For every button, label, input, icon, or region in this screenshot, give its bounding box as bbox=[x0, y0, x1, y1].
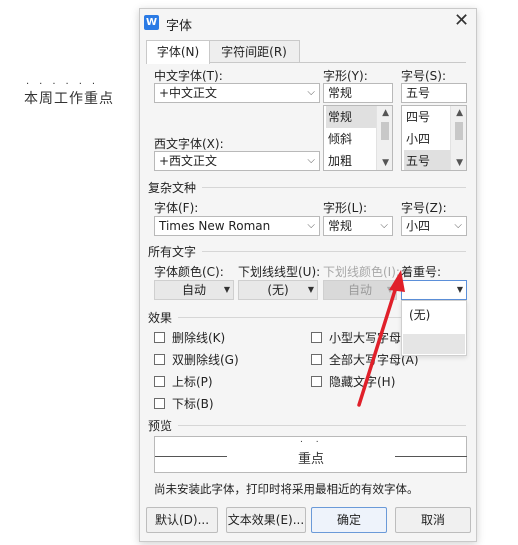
chevron-down-icon[interactable]: ▼ bbox=[382, 158, 389, 168]
superscript-label: 上标(P) bbox=[172, 375, 213, 389]
complex-style-select[interactable]: 常规 ⌵ bbox=[323, 216, 393, 236]
underline-color-dropdown: 自动 ▼ bbox=[323, 280, 397, 300]
tab-font[interactable]: 字体(N) bbox=[146, 40, 210, 64]
complex-style-value: 常规 bbox=[328, 219, 353, 233]
scrollbar[interactable]: ▲ ▼ bbox=[376, 106, 392, 170]
font-dialog: W 字体 ✕ 字体(N) 字符间距(R) 中文字体(T): +中文正文 ⌵ 字形… bbox=[139, 8, 477, 542]
complex-size-value: 小四 bbox=[406, 219, 431, 233]
list-item[interactable]: 常规 bbox=[326, 106, 376, 128]
style-input[interactable]: 常规 bbox=[323, 83, 393, 103]
chevron-down-icon: ⌵ bbox=[307, 87, 315, 98]
strikethrough-checkbox[interactable] bbox=[154, 332, 165, 343]
scrollbar[interactable]: ▲ ▼ bbox=[450, 106, 466, 170]
underline-style-label: 下划线线型(U): bbox=[238, 265, 321, 279]
scroll-thumb[interactable] bbox=[455, 122, 463, 140]
subscript-label: 下标(B) bbox=[172, 397, 214, 411]
chevron-up-icon[interactable]: ▲ bbox=[456, 108, 463, 118]
small-caps-checkbox[interactable] bbox=[311, 332, 322, 343]
chinese-font-label: 中文字体(T): bbox=[154, 69, 223, 83]
effects-section-title: 效果 bbox=[148, 311, 173, 325]
underline-color-label: 下划线颜色(I): bbox=[323, 265, 400, 279]
size-label: 字号(S): bbox=[401, 69, 447, 83]
dialog-title: 字体 bbox=[166, 19, 193, 34]
emphasis-option-none[interactable]: (无) bbox=[403, 305, 465, 325]
style-list[interactable]: 常规 倾斜 加粗 ▲ ▼ bbox=[323, 105, 393, 171]
font-color-dropdown[interactable]: 自动 ▼ bbox=[154, 280, 234, 300]
complex-font-select[interactable]: Times New Roman ⌵ bbox=[154, 216, 320, 236]
complex-font-label: 字体(F): bbox=[154, 201, 199, 215]
list-item[interactable]: 四号 bbox=[404, 106, 452, 128]
chevron-down-icon: ⌵ bbox=[307, 220, 315, 231]
preview-box: . . 重点 bbox=[154, 435, 467, 473]
double-strikethrough-checkbox[interactable] bbox=[154, 354, 165, 365]
strikethrough-label: 删除线(K) bbox=[172, 331, 226, 345]
complex-font-value: Times New Roman bbox=[159, 219, 271, 233]
chevron-down-icon: ⌵ bbox=[454, 220, 462, 231]
caret-down-icon: ▼ bbox=[386, 285, 393, 294]
underline-style-value: (无) bbox=[267, 283, 289, 297]
emphasis-mark-label: 着重号: bbox=[401, 265, 442, 279]
complex-size-label: 字号(Z): bbox=[401, 201, 447, 215]
chevron-down-icon: ⌵ bbox=[307, 155, 315, 166]
western-font-select[interactable]: +西文正文 ⌵ bbox=[154, 151, 320, 171]
preview-baseline bbox=[395, 456, 467, 457]
preview-baseline bbox=[155, 456, 227, 457]
caret-down-icon: ▼ bbox=[223, 285, 230, 294]
default-button[interactable]: 默认(D)... bbox=[146, 507, 218, 533]
complex-style-label: 字形(L): bbox=[323, 201, 368, 215]
font-color-value: 自动 bbox=[181, 283, 206, 297]
hidden-text-label: 隐藏文字(H) bbox=[329, 375, 396, 389]
caret-down-icon: ▼ bbox=[307, 285, 314, 294]
size-list[interactable]: 四号 小四 五号 ▲ ▼ bbox=[401, 105, 467, 171]
chinese-font-value: +中文正文 bbox=[159, 86, 218, 100]
preview-sample-text: 重点 bbox=[298, 452, 325, 467]
title-bar: W 字体 ✕ bbox=[140, 9, 476, 37]
chevron-up-icon[interactable]: ▲ bbox=[382, 108, 389, 118]
double-strikethrough-label: 双删除线(G) bbox=[172, 353, 239, 367]
preview-emphasis-dots: . . bbox=[300, 435, 324, 445]
ok-button[interactable]: 确定 bbox=[311, 507, 387, 533]
list-item[interactable]: 倾斜 bbox=[326, 128, 376, 150]
list-item[interactable]: 加粗 bbox=[326, 150, 376, 170]
superscript-checkbox[interactable] bbox=[154, 376, 165, 387]
western-font-label: 西文字体(X): bbox=[154, 137, 224, 151]
close-icon[interactable]: ✕ bbox=[454, 12, 469, 30]
chevron-down-icon: ⌵ bbox=[380, 220, 388, 231]
size-input[interactable]: 五号 bbox=[401, 83, 467, 103]
style-label: 字形(Y): bbox=[323, 69, 368, 83]
section-divider bbox=[202, 251, 466, 252]
chinese-font-select[interactable]: +中文正文 ⌵ bbox=[154, 83, 320, 103]
all-caps-checkbox[interactable] bbox=[311, 354, 322, 365]
font-color-label: 字体颜色(C): bbox=[154, 265, 224, 279]
cancel-button[interactable]: 取消 bbox=[395, 507, 471, 533]
section-divider bbox=[178, 425, 466, 426]
complex-section-title: 复杂文种 bbox=[148, 181, 197, 195]
emphasis-option-dot[interactable] bbox=[403, 334, 465, 354]
scroll-thumb[interactable] bbox=[381, 122, 389, 140]
complex-size-select[interactable]: 小四 ⌵ bbox=[401, 216, 467, 236]
font-not-installed-note: 尚未安装此字体，打印时将采用最相近的有效字体。 bbox=[154, 482, 419, 496]
section-divider bbox=[202, 187, 466, 188]
list-item[interactable]: 小四 bbox=[404, 128, 452, 150]
western-font-value: +西文正文 bbox=[159, 154, 218, 168]
underline-style-dropdown[interactable]: (无) ▼ bbox=[238, 280, 318, 300]
underline-color-value: 自动 bbox=[347, 283, 372, 297]
caret-down-icon: ▼ bbox=[456, 285, 463, 294]
all-text-section-title: 所有文字 bbox=[148, 245, 197, 259]
list-item[interactable]: 五号 bbox=[404, 150, 452, 170]
text-effects-button[interactable]: 文本效果(E)... bbox=[226, 507, 306, 533]
chevron-down-icon[interactable]: ▼ bbox=[456, 158, 463, 168]
emphasis-mark-popup: (无) bbox=[401, 300, 467, 356]
hidden-text-checkbox[interactable] bbox=[311, 376, 322, 387]
preview-section-title: 预览 bbox=[148, 419, 173, 433]
emphasis-mark-dropdown[interactable]: ▼ bbox=[401, 280, 467, 300]
subscript-checkbox[interactable] bbox=[154, 398, 165, 409]
wps-writer-icon: W bbox=[144, 15, 159, 30]
document-text: 本周工作重点 bbox=[24, 91, 114, 107]
emphasis-dots: ...... bbox=[26, 76, 106, 87]
tab-character-spacing[interactable]: 字符间距(R) bbox=[208, 40, 300, 63]
